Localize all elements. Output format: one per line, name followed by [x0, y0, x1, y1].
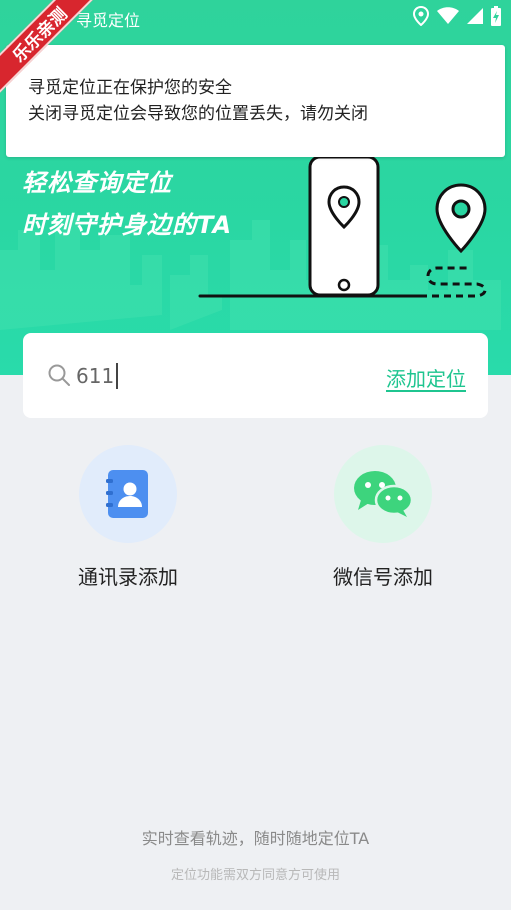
battery-icon — [491, 6, 501, 26]
add-via-wechat-button[interactable]: 微信号添加 — [283, 445, 483, 590]
footer-tagline: 实时查看轨迹，随时随地定位TA — [141, 829, 370, 848]
protection-notice: 寻觅定位正在保护您的安全 关闭寻觅定位会导致您的位置丢失，请勿关闭 — [6, 45, 505, 157]
add-location-link[interactable]: 添加定位 — [386, 363, 466, 392]
wechat-icon — [354, 471, 413, 517]
contacts-book-icon — [106, 470, 148, 518]
contacts-add-label: 通讯录添加 — [78, 565, 178, 589]
wechat-icon-circle[interactable] — [334, 445, 432, 543]
signal-icon — [467, 8, 483, 24]
hero-slogan-line2: 时刻守护身边的TA — [22, 211, 233, 239]
phone-location-illustration — [198, 155, 487, 298]
status-app-title: 寻觅定位 — [76, 11, 141, 30]
search-card: 611 添加定位 — [23, 333, 488, 418]
notice-line2: 关闭寻觅定位会导致您的位置丢失，请勿关闭 — [28, 104, 368, 124]
notice-line1: 寻觅定位正在保护您的安全 — [28, 78, 232, 98]
location-icon — [413, 6, 429, 26]
contacts-icon-circle[interactable] — [79, 445, 177, 543]
wifi-icon — [437, 7, 459, 24]
search-input[interactable]: 611 — [76, 363, 119, 389]
status-icons — [413, 6, 501, 26]
hero-slogan-line1: 轻松查询定位 — [22, 169, 172, 197]
wechat-add-label: 微信号添加 — [333, 565, 433, 589]
footer-note: 定位功能需双方同意方可使用 — [170, 868, 340, 883]
add-via-contacts-button[interactable]: 通讯录添加 — [28, 445, 228, 590]
search-icon — [48, 364, 70, 386]
